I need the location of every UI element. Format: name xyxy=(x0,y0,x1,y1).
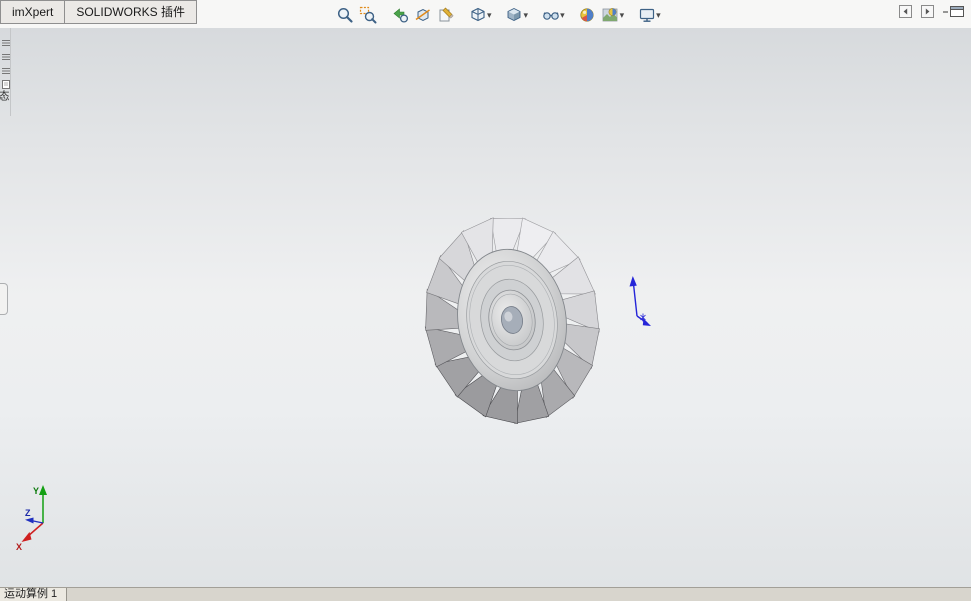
left-panel-vertical-label[interactable]: 态 xyxy=(0,90,11,101)
hide-show-items-icon xyxy=(542,12,559,20)
view-orientation-icon xyxy=(470,7,485,22)
view-settings-button[interactable] xyxy=(635,4,658,26)
edit-appearance-button[interactable] xyxy=(576,4,599,26)
tab-simxpert[interactable]: imXpert xyxy=(0,0,66,24)
tab-solidworks-addins-label: SOLIDWORKS 插件 xyxy=(76,5,186,19)
command-manager-tabs: imXpert SOLIDWORKS 插件 xyxy=(0,0,198,24)
solidworks-window: imXpert SOLIDWORKS 插件 ▾ ▾ ▾ ▾ ▾ Y X Z 态 … xyxy=(0,0,971,601)
view-settings-icon xyxy=(639,8,654,22)
section-view-icon xyxy=(415,8,430,22)
heads-up-view-toolbar: ▾ ▾ ▾ ▾ ▾ xyxy=(333,3,663,27)
collapse-pane-back-button[interactable] xyxy=(899,5,912,23)
tab-solidworks-addins[interactable]: SOLIDWORKS 插件 xyxy=(64,0,198,24)
pane-arrow-left-icon xyxy=(899,5,912,18)
chevron-down-icon[interactable]: ▾ xyxy=(656,4,661,26)
dynamic-annotation-views-icon xyxy=(439,7,454,22)
display-style-button[interactable] xyxy=(503,4,526,26)
apply-scene-button[interactable] xyxy=(599,4,622,26)
graphics-area[interactable]: Y X Z 态 xyxy=(0,28,971,587)
undock-window-icon xyxy=(943,6,964,17)
zoom-to-area-button[interactable] xyxy=(356,4,379,26)
tab-simxpert-label: imXpert xyxy=(12,5,54,19)
chevron-down-icon[interactable]: ▾ xyxy=(560,4,565,26)
zoom-to-area-icon xyxy=(359,6,376,24)
chevron-down-icon[interactable]: ▾ xyxy=(487,4,492,26)
pane-arrow-right-icon xyxy=(921,5,934,18)
chevron-down-icon[interactable]: ▾ xyxy=(620,4,625,26)
display-style-icon xyxy=(507,7,521,22)
left-panel-border xyxy=(10,28,11,116)
hide-show-items-button[interactable] xyxy=(539,4,562,26)
apply-scene-icon xyxy=(602,8,618,22)
blue-annotation-arrows xyxy=(629,276,651,326)
zoom-to-fit-button[interactable] xyxy=(333,4,356,26)
edit-appearance-icon xyxy=(580,8,594,22)
coordinate-triad[interactable]: Y X Z xyxy=(16,485,47,552)
turbine-model[interactable] xyxy=(410,204,614,436)
header: imXpert SOLIDWORKS 插件 ▾ ▾ ▾ ▾ ▾ xyxy=(0,0,971,28)
panel-splitter-handle[interactable] xyxy=(0,283,8,315)
previous-view-button[interactable] xyxy=(388,4,411,26)
header-right-controls xyxy=(899,5,965,23)
triad-x-label: X xyxy=(16,542,22,552)
previous-view-icon xyxy=(393,8,408,23)
dynamic-annotation-views-button[interactable] xyxy=(434,4,457,26)
zoom-to-fit-icon xyxy=(337,7,353,23)
undock-window-button[interactable] xyxy=(943,5,965,23)
view-orientation-button[interactable] xyxy=(466,4,489,26)
chevron-down-icon[interactable]: ▾ xyxy=(524,4,529,26)
motion-study-tab[interactable]: 运动算例 1 xyxy=(0,588,68,601)
triad-z-label: Z xyxy=(25,508,31,518)
section-view-button[interactable] xyxy=(411,4,434,26)
status-bar: 运动算例 1 xyxy=(0,587,971,601)
triad-y-label: Y xyxy=(33,486,39,496)
collapse-pane-forward-button[interactable] xyxy=(921,5,934,23)
scene-canvas: Y X Z xyxy=(16,204,651,552)
